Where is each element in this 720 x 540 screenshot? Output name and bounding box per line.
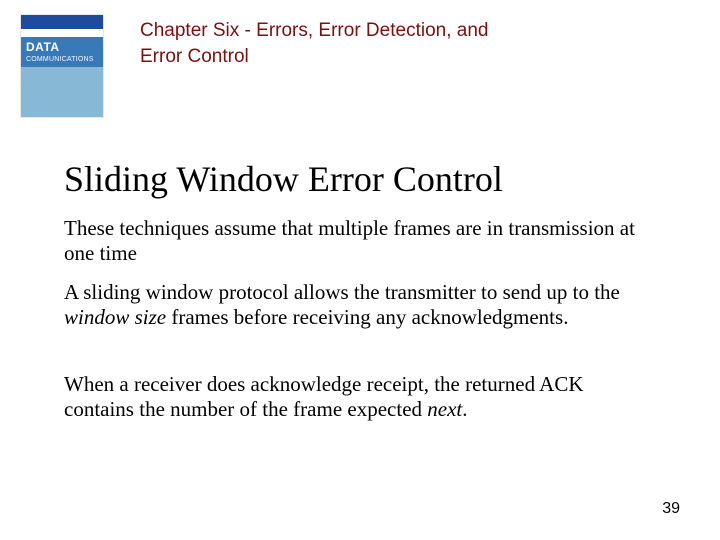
paragraph-2: A sliding window protocol allows the tra…	[64, 280, 656, 330]
slide-heading: Sliding Window Error Control	[64, 158, 503, 200]
cover-title-block: DATA COMMUNICATIONS	[21, 37, 103, 67]
book-cover-image: DATA COMMUNICATIONS	[20, 14, 104, 118]
paragraph-3-italic: next	[427, 397, 462, 421]
cover-body	[21, 67, 103, 117]
page-number: 39	[662, 500, 680, 518]
cover-top-band	[21, 15, 103, 29]
cover-title-line2: COMMUNICATIONS	[26, 56, 98, 64]
paragraph-3-part-b: .	[462, 397, 467, 421]
slide-header: DATA COMMUNICATIONS Chapter Six - Errors…	[20, 14, 700, 118]
paragraph-2-italic: window size	[64, 305, 166, 329]
paragraph-2-part-a: A sliding window protocol allows the tra…	[64, 280, 620, 304]
paragraph-3-part-a: When a receiver does acknowledge receipt…	[64, 372, 584, 421]
paragraph-1: These techniques assume that multiple fr…	[64, 216, 656, 266]
slide: DATA COMMUNICATIONS Chapter Six - Errors…	[0, 0, 720, 540]
cover-spacer	[21, 29, 103, 37]
paragraph-2-part-b: frames before receiving any acknowledgme…	[166, 305, 568, 329]
cover-title-line1: DATA	[26, 41, 98, 55]
paragraph-3: When a receiver does acknowledge receipt…	[64, 372, 656, 422]
chapter-label: Chapter Six - Errors, Error Detection, a…	[140, 18, 500, 69]
